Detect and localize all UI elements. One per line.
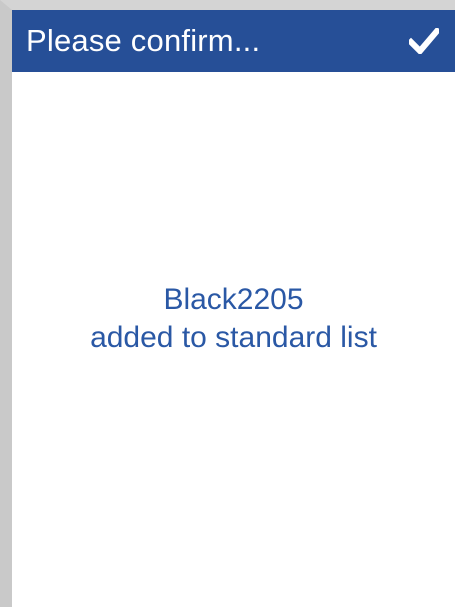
- status-message: added to standard list: [90, 320, 377, 354]
- confirmation-message: Black2205 added to standard list: [90, 281, 377, 357]
- checkmark-icon: [409, 28, 439, 54]
- item-name: Black2205: [163, 282, 304, 316]
- dialog-title: Please confirm...: [26, 23, 261, 58]
- confirm-dialog: Please confirm... Black2205 added to sta…: [0, 0, 455, 607]
- dialog-body: Black2205 added to standard list: [12, 72, 455, 607]
- confirm-button[interactable]: [407, 24, 441, 58]
- dialog-title-bar: Please confirm...: [12, 10, 455, 72]
